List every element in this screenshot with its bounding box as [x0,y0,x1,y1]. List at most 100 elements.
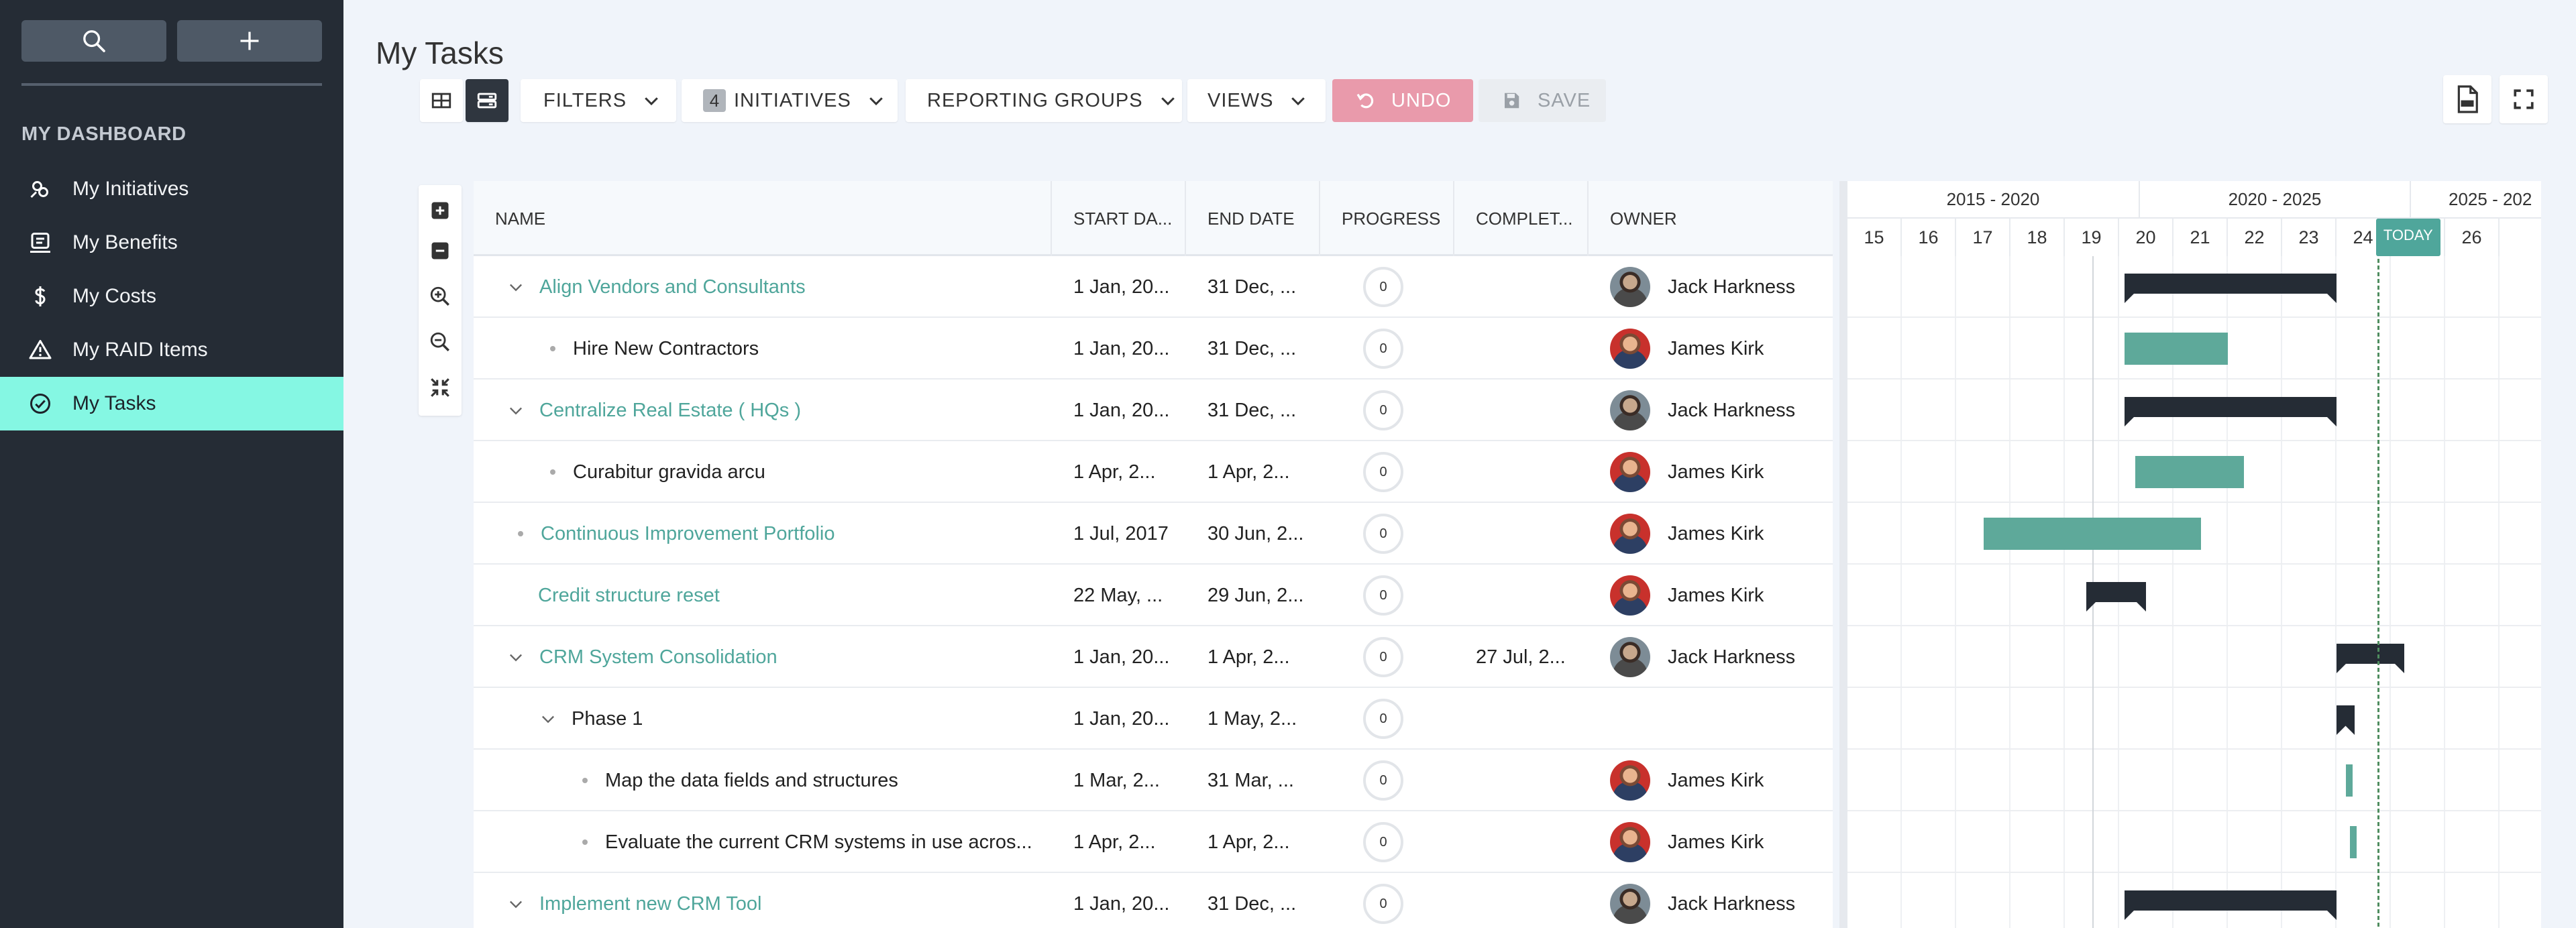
collapse-all-button[interactable] [425,236,455,266]
gantt-summary-bar[interactable] [2125,397,2337,426]
undo-button[interactable]: UNDO [1332,79,1473,122]
reporting-groups-dropdown[interactable]: REPORTING GROUPS [906,79,1182,122]
add-button[interactable] [177,20,322,62]
column-header-progress[interactable]: PROGRESS [1320,181,1454,256]
warning-icon [27,337,54,363]
gantt-summary-bar[interactable] [2086,582,2147,612]
gantt-summary-bar[interactable] [2125,890,2337,920]
chevron-down-icon[interactable] [506,647,526,667]
column-header-start-date[interactable]: START DA... [1052,181,1186,256]
gantt-task-bar[interactable] [2125,333,2228,365]
name-cell: Curabitur gravida arcu [550,441,1051,503]
table-row[interactable]: Centralize Real Estate ( HQs ) 1 Jan, 20.… [474,380,1833,441]
owner-name: James Kirk [1668,584,1764,606]
task-name-link[interactable]: Align Vendors and Consultants [539,276,806,298]
end-date-cell: 1 Apr, 2... [1208,831,1290,853]
grid-view-button[interactable] [420,79,463,122]
search-button[interactable] [21,20,166,62]
completed-date-cell: 27 Jul, 2... [1476,646,1566,668]
task-name-link[interactable]: Implement new CRM Tool [539,893,761,915]
filters-label: FILTERS [543,89,627,111]
sidebar-item-my-benefits[interactable]: My Benefits [0,216,343,270]
start-date-cell: 1 Apr, 2... [1073,831,1156,853]
chevron-down-icon[interactable] [506,400,526,420]
task-name: Curabitur gravida arcu [573,461,765,483]
zoom-out-button[interactable] [425,327,455,357]
zoom-in-button[interactable] [425,282,455,311]
initiatives-dropdown[interactable]: 4 INITIATIVES [682,79,898,122]
progress-cell: 0 [1363,688,1430,750]
completed-date-cell [1476,873,1589,928]
gantt-row-separator [1847,563,2541,565]
column-header-owner[interactable]: OWNER [1589,181,1833,256]
gantt-year-label: 17 [1956,219,2010,256]
chevron-down-icon[interactable] [538,709,558,729]
task-name-link[interactable]: Centralize Real Estate ( HQs ) [539,400,801,422]
column-header-end-date[interactable]: END DATE [1186,181,1320,256]
gantt-task-bar[interactable] [2135,456,2245,488]
completed-date-cell [1476,503,1589,565]
task-name-link[interactable]: CRM System Consolidation [539,646,777,669]
progress-cell: 0 [1363,811,1430,873]
avatar [1610,822,1650,862]
gantt-view-button[interactable] [466,79,508,122]
sidebar-item-my-tasks[interactable]: My Tasks [0,377,343,430]
gantt-year-label: 15 [1847,219,1902,256]
table-row[interactable]: Evaluate the current CRM systems in use … [474,811,1833,873]
task-name-link[interactable]: Continuous Improvement Portfolio [541,523,835,545]
sidebar-item-my-costs[interactable]: My Costs [0,270,343,323]
column-header-completed[interactable]: COMPLET... [1454,181,1589,256]
export-pdf-button[interactable] [2443,75,2491,123]
plus-icon [240,32,259,50]
views-dropdown[interactable]: VIEWS [1187,79,1326,122]
owner-cell: James Kirk [1610,441,1831,503]
gantt-year-label: 23 [2282,219,2337,256]
fit-to-screen-button[interactable] [425,373,455,402]
avatar [1610,760,1650,801]
owner-cell: James Kirk [1610,565,1831,626]
end-date-cell: 31 Dec, ... [1208,399,1297,421]
zoom-out-icon [430,332,449,351]
table-row[interactable]: Phase 1 1 Jan, 20... 1 May, 2... 0 [474,688,1833,750]
gantt-row-separator [1847,625,2541,626]
sidebar: MY DASHBOARD My Initiatives My Benefits … [0,0,343,928]
table-row[interactable]: Continuous Improvement Portfolio 1 Jul, 2… [474,503,1833,565]
table-row[interactable]: Align Vendors and Consultants 1 Jan, 20..… [474,256,1833,318]
table-row[interactable]: Hire New Contractors 1 Jan, 20... 31 Dec, … [474,318,1833,380]
table-row[interactable]: CRM System Consolidation 1 Jan, 20... 1 Ap… [474,626,1833,688]
name-cell: Centralize Real Estate ( HQs ) [506,380,1038,441]
table-row[interactable]: Curabitur gravida arcu 1 Apr, 2... 1 Apr, … [474,441,1833,503]
end-date-cell: 1 Apr, 2... [1208,461,1290,483]
save-button[interactable]: SAVE [1479,79,1606,122]
gantt-row-separator [1847,378,2541,380]
gantt-year-label: 16 [1902,219,1956,256]
progress-indicator: 0 [1363,637,1403,677]
gantt-row-separator [1847,440,2541,441]
initiatives-icon [27,176,54,202]
gantt-summary-bar[interactable] [2125,274,2337,303]
progress-indicator: 0 [1363,267,1403,307]
end-date-cell: 31 Mar, ... [1208,769,1294,791]
table-row[interactable]: Map the data fields and structures 1 Mar,… [474,750,1833,811]
progress-cell: 0 [1363,626,1430,688]
filters-dropdown[interactable]: FILTERS [521,79,676,122]
table-row[interactable]: Implement new CRM Tool 1 Jan, 20... 31 Dec… [474,873,1833,928]
avatar [1610,884,1650,924]
gantt-row-separator [1847,872,2541,873]
table-row[interactable]: Credit structure reset 22 May, ... 29 Jun,… [474,565,1833,626]
chevron-down-icon [645,97,658,106]
sidebar-item-my-raid-items[interactable]: My RAID Items [0,323,343,377]
sidebar-item-my-initiatives[interactable]: My Initiatives [0,162,343,216]
gantt-task-bar[interactable] [2350,826,2357,858]
gantt-task-bar[interactable] [1983,518,2201,550]
task-name-link[interactable]: Credit structure reset [538,585,720,607]
name-cell: Align Vendors and Consultants [506,256,1038,318]
chevron-down-icon[interactable] [506,277,526,297]
column-header-name[interactable]: NAME [474,181,1052,256]
fullscreen-button[interactable] [2500,75,2548,123]
gantt-task-bar[interactable] [2345,764,2353,797]
gantt-summary-bar[interactable] [2337,705,2355,735]
expand-all-button[interactable] [425,196,455,225]
chevron-down-icon[interactable] [506,894,526,914]
gantt-summary-bar[interactable] [2337,644,2405,673]
